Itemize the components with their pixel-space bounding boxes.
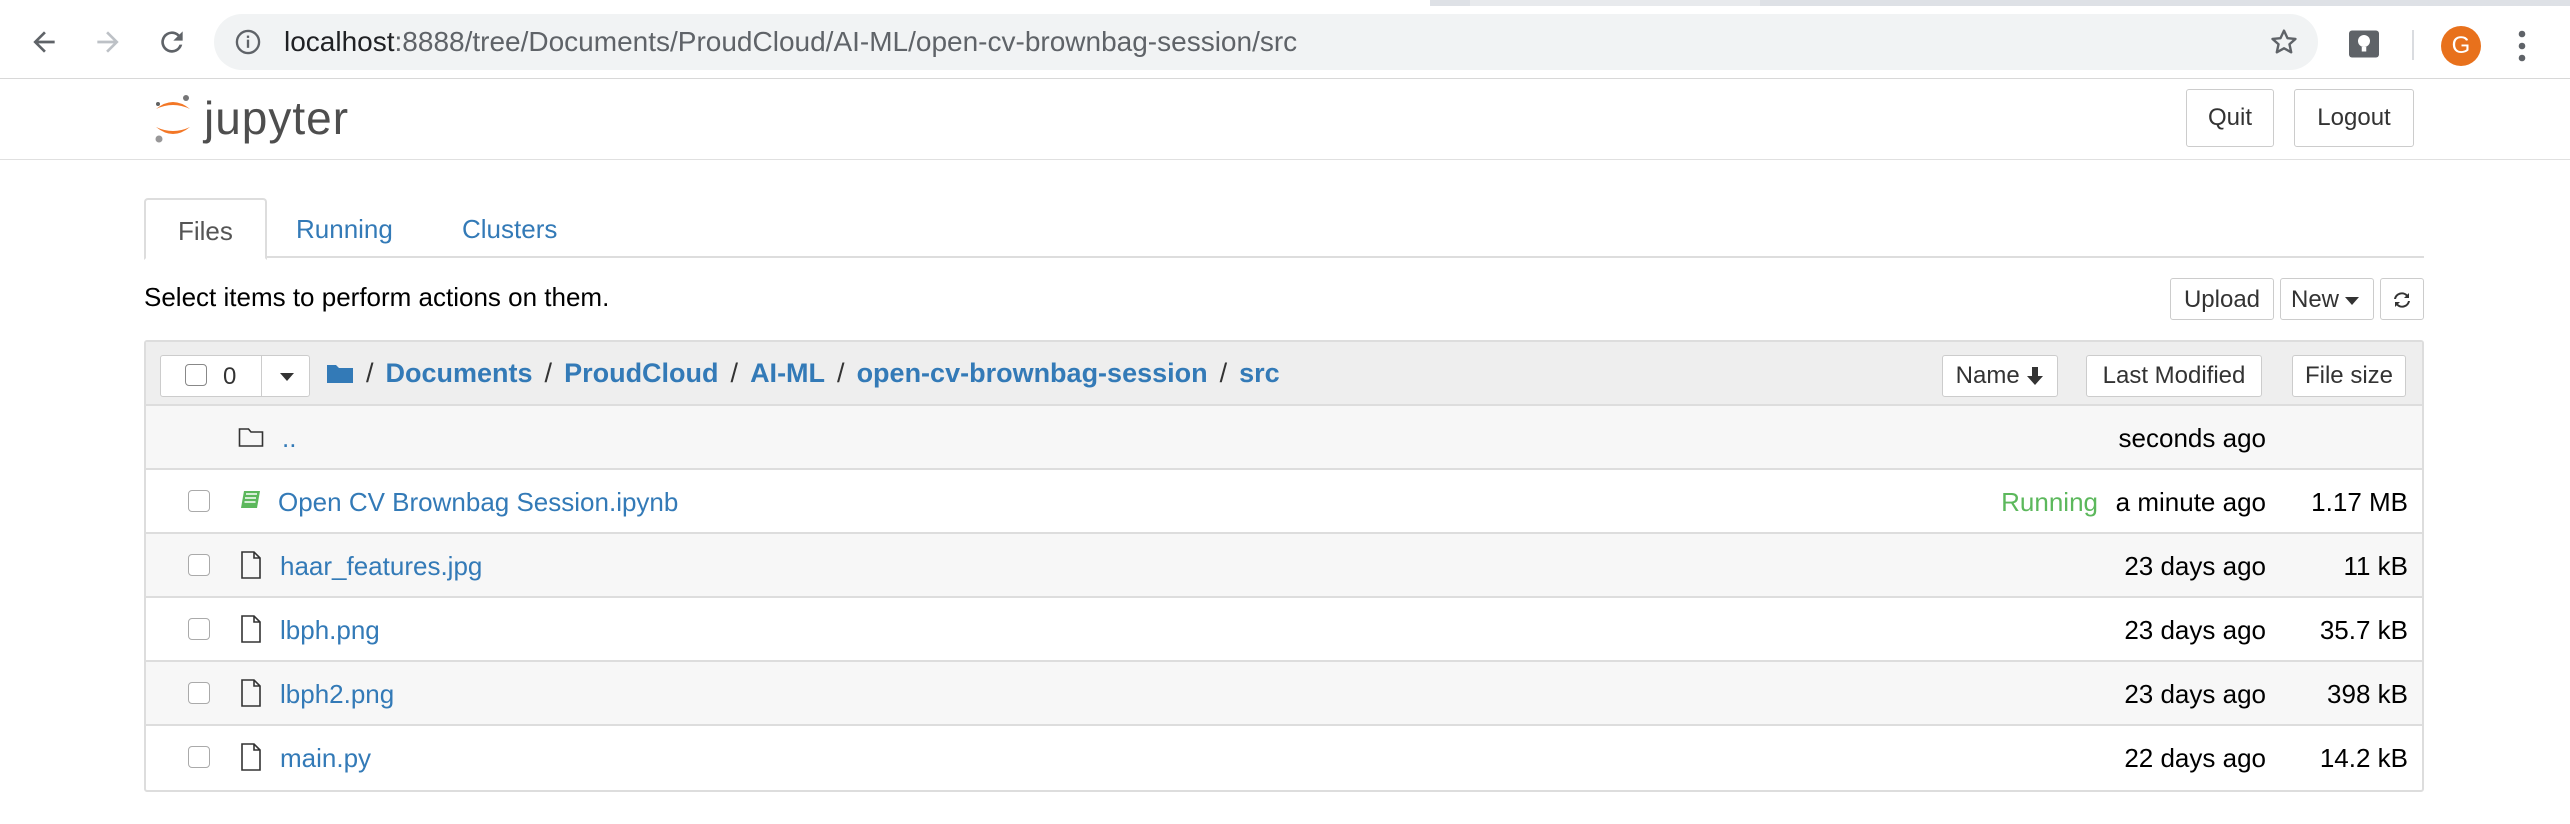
folder-icon [238,428,264,447]
file-modified: 23 days ago [2124,679,2266,709]
sort-by-modified-button[interactable]: Last Modified [2086,355,2262,397]
sort-by-size-button[interactable]: File size [2292,355,2406,397]
file-name[interactable]: haar_features.jpg [280,534,482,598]
breadcrumb-documents[interactable]: Documents [386,358,533,389]
file-list-header: 0 / Documents / ProudCloud / AI-ML / ope… [146,342,2422,406]
selection-hint: Select items to perform actions on them. [144,282,610,312]
row-checkbox[interactable] [188,554,210,576]
file-modified: a minute ago [2115,487,2266,517]
row-checkbox[interactable] [188,746,210,768]
row-checkbox[interactable] [188,490,210,512]
refresh-button[interactable] [2380,278,2424,320]
url-host: localhost [284,26,395,57]
url-text: localhost:8888/tree/Documents/ProudCloud… [284,14,1297,70]
select-all-checkbox[interactable] [185,364,207,386]
jupyter-header: jupyter Quit Logout [0,79,2570,160]
url-path: :8888/tree/Documents/ProudCloud/AI-ML/op… [394,26,1298,57]
new-dropdown-button[interactable]: New [2280,278,2374,320]
file-modified: 23 days ago [2124,615,2266,645]
running-status: Running [2001,487,2098,517]
tab-clusters[interactable]: Clusters [430,198,589,256]
select-all-group: 0 [160,355,310,397]
jupyter-wordmark: jupyter [204,92,350,144]
breadcrumb-separator: / [837,357,845,388]
file-name[interactable]: lbph2.png [280,662,394,726]
breadcrumb-separator: / [366,357,374,388]
file-size: 1.17 MB [2311,487,2408,517]
star-icon[interactable] [2268,26,2300,58]
logout-button[interactable]: Logout [2294,89,2414,147]
browser-toolbar: localhost:8888/tree/Documents/ProudCloud… [0,6,2570,79]
breadcrumb-separator: / [730,357,739,388]
caret-down-icon [2345,297,2359,305]
address-bar[interactable]: localhost:8888/tree/Documents/ProudCloud… [214,14,2318,70]
select-dropdown-toggle[interactable] [261,355,312,397]
list-item-file[interactable]: lbph.png 23 days ago 35.7 kB [146,598,2422,662]
new-button-label: New [2291,286,2340,313]
info-icon[interactable] [234,28,262,56]
file-size: 11 kB [2343,551,2408,581]
breadcrumb-separator: / [544,357,553,388]
breadcrumb-proudcloud[interactable]: ProudCloud [564,358,718,389]
file-name[interactable]: lbph.png [280,598,380,662]
toolbar-divider [2412,30,2414,60]
tab-files[interactable]: Files [144,198,267,260]
refresh-icon [2394,292,2410,308]
jupyter-logo-icon [155,95,190,143]
list-item-file[interactable]: main.py 22 days ago 14.2 kB [146,726,2422,790]
file-list: 0 / Documents / ProudCloud / AI-ML / ope… [144,340,2424,792]
list-item-notebook[interactable]: Open CV Brownbag Session.ipynb Running a… [146,470,2422,534]
folder-icon[interactable] [326,362,354,384]
breadcrumb-ai-ml[interactable]: AI-ML [750,358,825,389]
sort-by-name-button[interactable]: Name [1942,355,2058,397]
breadcrumb: / Documents / ProudCloud / AI-ML / open-… [326,342,1280,404]
file-modified: 23 days ago [2124,551,2266,581]
file-size: 14.2 kB [2319,743,2408,773]
breadcrumb-open-cv-brownbag-session[interactable]: open-cv-brownbag-session [857,358,1208,389]
forward-arrow-icon[interactable] [86,20,130,64]
selected-count: 0 [223,363,237,390]
file-name[interactable]: main.py [280,726,371,790]
list-item-file[interactable]: lbph2.png 23 days ago 398 kB [146,662,2422,726]
quit-button[interactable]: Quit [2186,89,2274,147]
row-checkbox[interactable] [188,618,210,640]
file-size: 35.7 kB [2319,615,2408,645]
tab-running[interactable]: Running [264,198,425,256]
file-size: 398 kB [2327,679,2408,709]
profile-avatar[interactable]: G [2441,26,2481,66]
file-modified: 22 days ago [2124,743,2266,773]
sort-name-label: Name [1955,362,2020,389]
jupyter-logo[interactable]: jupyter [150,83,349,153]
file-icon [241,743,261,771]
upload-button[interactable]: Upload [2170,278,2274,320]
file-name[interactable]: Open CV Brownbag Session.ipynb [278,470,678,534]
back-arrow-icon[interactable] [22,20,66,64]
list-item-file[interactable]: haar_features.jpg 23 days ago 11 kB [146,534,2422,598]
breadcrumb-separator: / [1219,357,1228,388]
file-icon [241,551,261,579]
file-name[interactable]: .. [282,406,296,470]
row-checkbox[interactable] [188,682,210,704]
list-item-parent[interactable]: .. seconds ago [146,406,2422,470]
reload-icon[interactable] [150,20,194,64]
notebook-icon [241,491,260,508]
file-icon [241,679,261,707]
arrow-down-icon [2027,367,2044,385]
file-modified: seconds ago [2118,423,2266,453]
extension-icon[interactable] [2346,26,2382,62]
tab-bar: Files Running Clusters [144,198,2424,260]
file-icon [241,615,261,643]
breadcrumb-src[interactable]: src [1239,358,1280,389]
kebab-menu-icon[interactable] [2512,28,2532,64]
